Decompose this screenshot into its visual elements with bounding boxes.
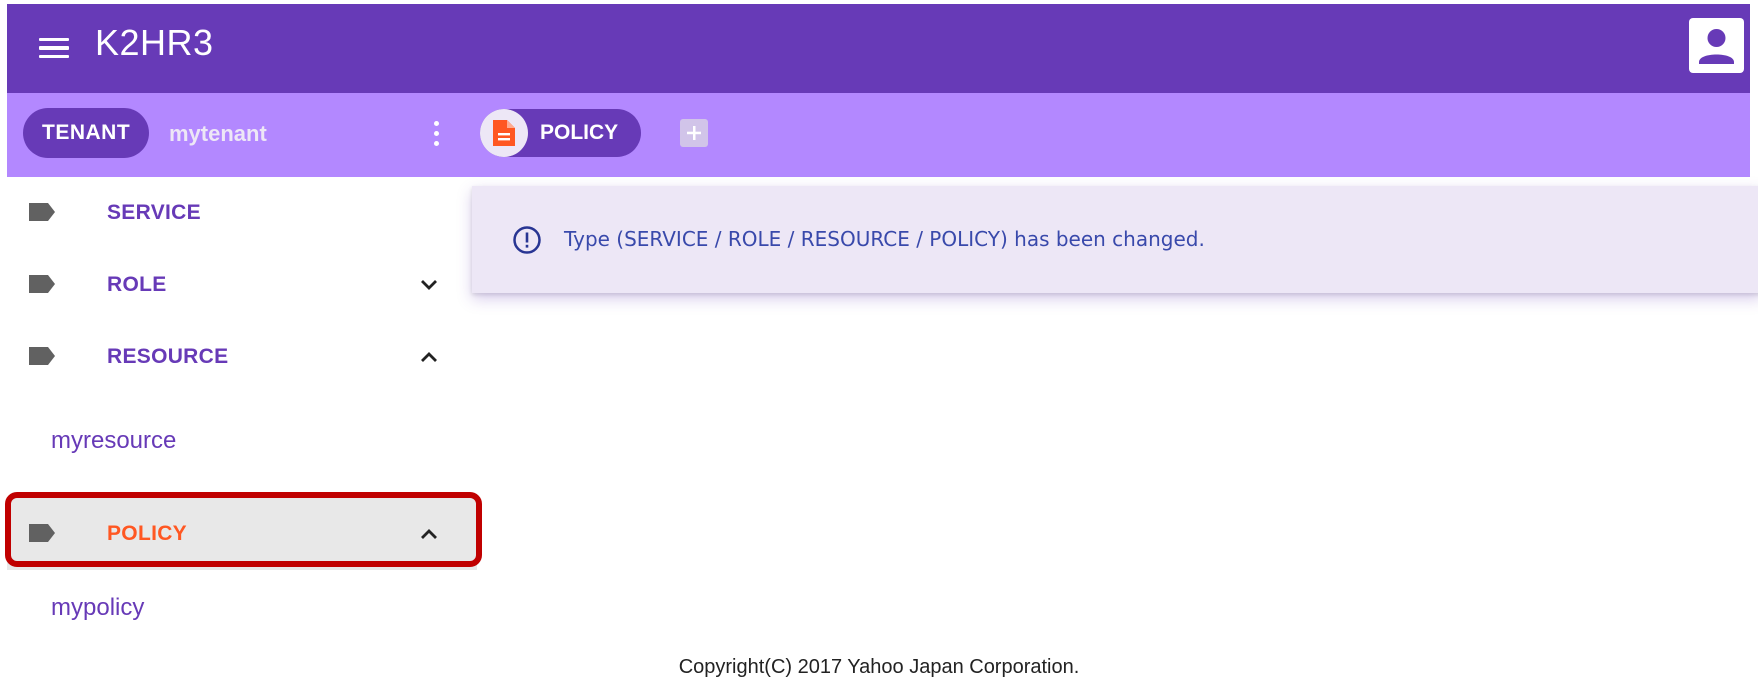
- sidebar-item-policy[interactable]: POLICY: [7, 498, 477, 570]
- sidebar-item-service[interactable]: SERVICE: [7, 177, 477, 249]
- plus-icon[interactable]: [680, 119, 708, 147]
- sidebar: SERVICE ROLE RESOURCE myresource POLICY …: [7, 177, 477, 637]
- menu-icon[interactable]: [32, 30, 76, 66]
- label-icon: [29, 524, 55, 542]
- sidebar-child-mypolicy[interactable]: mypolicy: [51, 594, 144, 622]
- toolbar: TENANT mytenant POLICY: [7, 93, 1750, 177]
- label-icon: [29, 347, 55, 365]
- app-bar: K2HR3: [7, 4, 1750, 93]
- sidebar-item-role[interactable]: ROLE: [7, 249, 477, 321]
- sidebar-item-label: ROLE: [107, 273, 167, 296]
- label-icon: [29, 203, 55, 221]
- tenant-name: mytenant: [169, 121, 267, 146]
- app-title: K2HR3: [95, 22, 214, 63]
- policy-chip[interactable]: POLICY: [480, 109, 641, 157]
- footer-copyright: Copyright(C) 2017 Yahoo Japan Corporatio…: [678, 656, 1080, 678]
- message-text: Type (SERVICE / ROLE / RESOURCE / POLICY…: [564, 227, 1205, 251]
- sidebar-item-label: POLICY: [107, 522, 187, 545]
- document-icon: [480, 109, 528, 157]
- label-icon: [29, 275, 55, 293]
- chevron-up-icon[interactable]: [419, 350, 439, 364]
- tenant-chip[interactable]: TENANT: [23, 108, 150, 158]
- policy-chip-label: POLICY: [540, 121, 619, 144]
- info-icon: [513, 226, 541, 254]
- chevron-down-icon[interactable]: [419, 278, 439, 292]
- chevron-up-icon[interactable]: [419, 527, 439, 541]
- sidebar-child-myresource[interactable]: myresource: [51, 427, 176, 455]
- sidebar-item-label: SERVICE: [107, 201, 201, 224]
- sidebar-item-resource[interactable]: RESOURCE: [7, 321, 477, 393]
- sidebar-item-label: RESOURCE: [107, 345, 229, 368]
- info-message: Type (SERVICE / ROLE / RESOURCE / POLICY…: [472, 186, 1758, 293]
- account-icon[interactable]: [1689, 18, 1744, 73]
- more-vert-icon[interactable]: [427, 115, 445, 151]
